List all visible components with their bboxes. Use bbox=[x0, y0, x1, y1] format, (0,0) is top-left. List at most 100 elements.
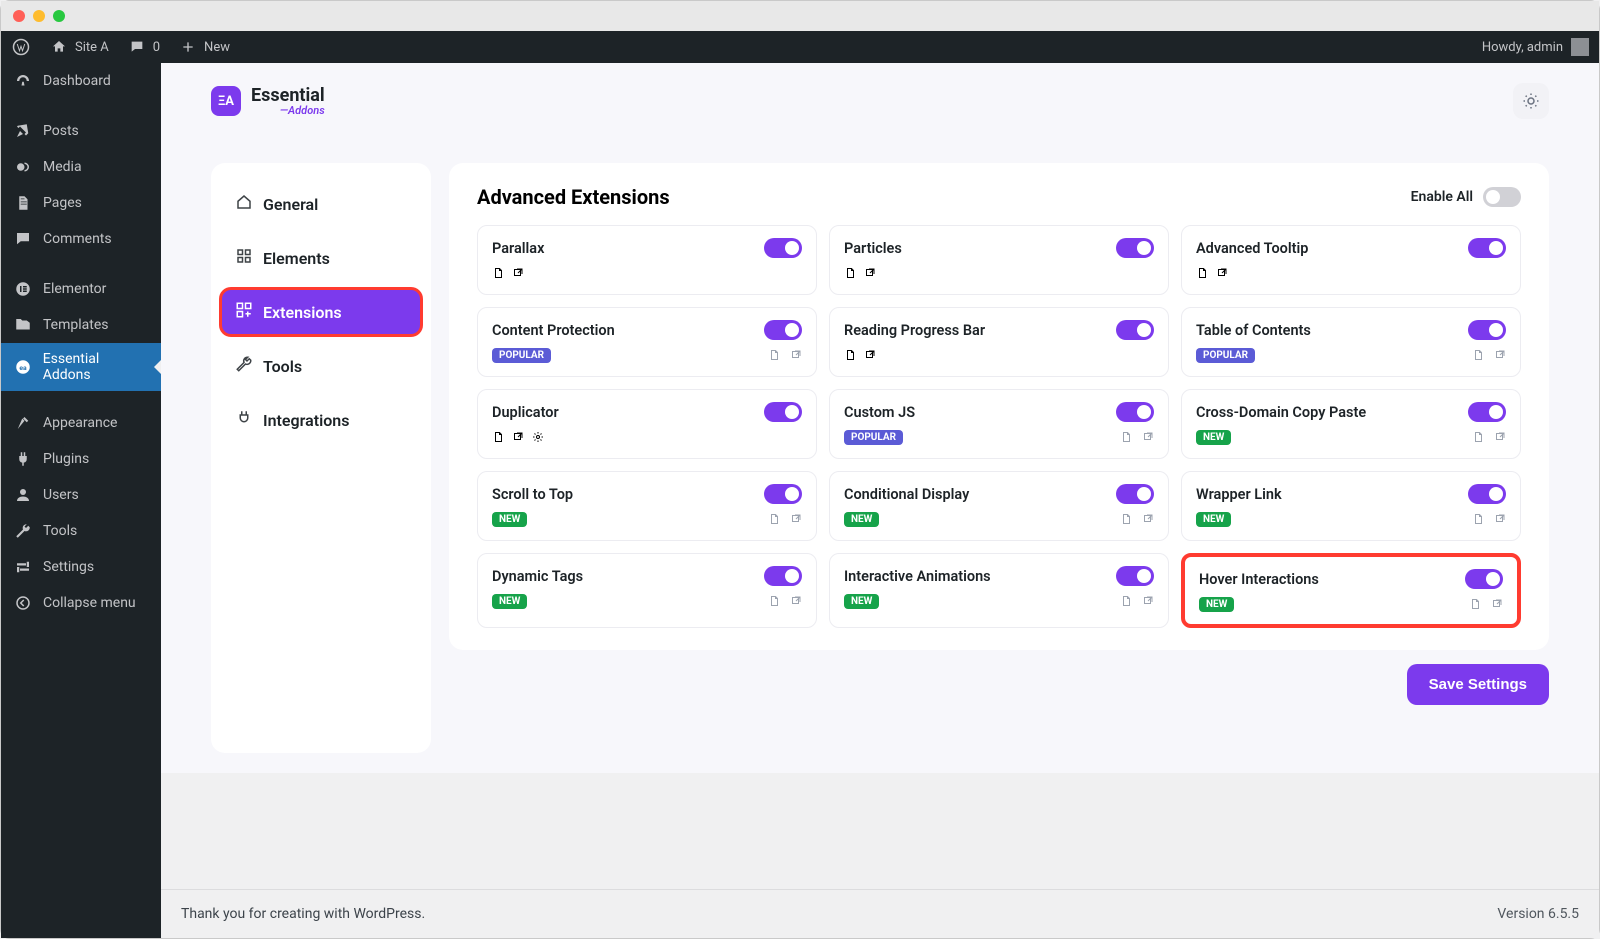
extension-toggle[interactable] bbox=[1116, 320, 1154, 340]
doc-icon[interactable] bbox=[492, 264, 504, 283]
extension-name: Reading Progress Bar bbox=[844, 322, 985, 339]
wp-menu-media[interactable]: Media bbox=[1, 149, 161, 185]
save-settings-button[interactable]: Save Settings bbox=[1407, 664, 1549, 705]
wp-menu-appearance[interactable]: Appearance bbox=[1, 405, 161, 441]
extension-toggle[interactable] bbox=[1468, 320, 1506, 340]
doc-icon[interactable] bbox=[1469, 595, 1481, 614]
enable-all-toggle[interactable] bbox=[1483, 187, 1521, 207]
extensions-tab-icon bbox=[235, 301, 253, 323]
howdy-link[interactable]: Howdy, admin bbox=[1482, 38, 1589, 56]
settings-icon[interactable] bbox=[532, 428, 544, 447]
wp-menu-collapse-menu[interactable]: Collapse menu bbox=[1, 585, 161, 621]
wp-menu-settings[interactable]: Settings bbox=[1, 549, 161, 585]
extension-toggle[interactable] bbox=[1468, 402, 1506, 422]
doc-icon[interactable] bbox=[844, 346, 856, 365]
extension-toggle[interactable] bbox=[764, 238, 802, 258]
templates-icon bbox=[13, 315, 33, 335]
external-link-icon[interactable] bbox=[1494, 510, 1506, 529]
ea-tabs: General Elements Extensions Tools Integratio… bbox=[211, 163, 431, 753]
wp-menu-label: Elementor bbox=[43, 281, 106, 297]
wp-menu-label: Comments bbox=[43, 231, 112, 247]
wp-menu-pages[interactable]: Pages bbox=[1, 185, 161, 221]
home-icon bbox=[49, 37, 69, 57]
wp-menu-essential-addons[interactable]: eaEssential Addons bbox=[1, 343, 161, 391]
comments-link[interactable]: 0 bbox=[127, 37, 160, 57]
wp-menu-tools[interactable]: Tools bbox=[1, 513, 161, 549]
extension-toggle[interactable] bbox=[764, 320, 802, 340]
external-link-icon[interactable] bbox=[1491, 595, 1503, 614]
theme-toggle[interactable] bbox=[1513, 83, 1549, 119]
wp-menu-plugins[interactable]: Plugins bbox=[1, 441, 161, 477]
extension-toggle[interactable] bbox=[1468, 238, 1506, 258]
wp-menu-label: Tools bbox=[43, 523, 77, 539]
site-name: Site A bbox=[75, 40, 109, 55]
doc-icon[interactable] bbox=[1472, 346, 1484, 365]
tab-integrations[interactable]: Integrations bbox=[221, 397, 421, 443]
wp-menu-dashboard[interactable]: Dashboard bbox=[1, 63, 161, 99]
tab-general[interactable]: General bbox=[221, 181, 421, 227]
maximize-window[interactable] bbox=[53, 10, 65, 22]
extension-toggle[interactable] bbox=[1116, 238, 1154, 258]
wp-logo[interactable] bbox=[11, 37, 31, 57]
wp-menu-elementor[interactable]: Elementor bbox=[1, 271, 161, 307]
footer-version: Version 6.5.5 bbox=[1497, 906, 1579, 922]
footer: Thank you for creating with WordPress. V… bbox=[161, 889, 1599, 938]
extension-toggle[interactable] bbox=[1468, 484, 1506, 504]
mac-titlebar bbox=[1, 1, 1599, 31]
tab-tools[interactable]: Tools bbox=[221, 343, 421, 389]
extension-toggle[interactable] bbox=[764, 566, 802, 586]
external-link-icon[interactable] bbox=[1216, 264, 1228, 283]
enable-all-label: Enable All bbox=[1411, 189, 1473, 205]
doc-icon[interactable] bbox=[768, 510, 780, 529]
site-link[interactable]: Site A bbox=[49, 37, 109, 57]
extension-toggle[interactable] bbox=[764, 402, 802, 422]
external-link-icon[interactable] bbox=[512, 264, 524, 283]
doc-icon[interactable] bbox=[1120, 428, 1132, 447]
doc-icon[interactable] bbox=[1472, 510, 1484, 529]
external-link-icon[interactable] bbox=[790, 346, 802, 365]
extension-toggle[interactable] bbox=[1116, 402, 1154, 422]
external-link-icon[interactable] bbox=[1142, 428, 1154, 447]
extension-toggle[interactable] bbox=[764, 484, 802, 504]
extension-wrapper-link: Wrapper LinkNEW bbox=[1181, 471, 1521, 541]
close-window[interactable] bbox=[13, 10, 25, 22]
ea-logo[interactable]: ΞA Essential —Addons bbox=[211, 86, 325, 116]
extension-toggle[interactable] bbox=[1465, 569, 1503, 589]
doc-icon[interactable] bbox=[844, 264, 856, 283]
doc-icon[interactable] bbox=[1120, 510, 1132, 529]
wp-menu-posts[interactable]: Posts bbox=[1, 113, 161, 149]
extensions-grid: ParallaxParticlesAdvanced TooltipContent… bbox=[477, 225, 1521, 628]
doc-icon[interactable] bbox=[1120, 592, 1132, 611]
footer-thanks: Thank you for creating with WordPress. bbox=[181, 906, 425, 922]
doc-icon[interactable] bbox=[492, 428, 504, 447]
minimize-window[interactable] bbox=[33, 10, 45, 22]
external-link-icon[interactable] bbox=[864, 346, 876, 365]
extension-toggle[interactable] bbox=[1116, 484, 1154, 504]
external-link-icon[interactable] bbox=[1494, 428, 1506, 447]
tab-elements[interactable]: Elements bbox=[221, 235, 421, 281]
extension-name: Conditional Display bbox=[844, 486, 969, 503]
external-link-icon[interactable] bbox=[512, 428, 524, 447]
extension-name: Table of Contents bbox=[1196, 322, 1311, 339]
wp-menu-templates[interactable]: Templates bbox=[1, 307, 161, 343]
doc-icon[interactable] bbox=[768, 346, 780, 365]
wp-menu-comments[interactable]: Comments bbox=[1, 221, 161, 257]
external-link-icon[interactable] bbox=[1142, 592, 1154, 611]
doc-icon[interactable] bbox=[1196, 264, 1208, 283]
external-link-icon[interactable] bbox=[790, 592, 802, 611]
tab-extensions[interactable]: Extensions bbox=[221, 289, 421, 335]
external-link-icon[interactable] bbox=[1142, 510, 1154, 529]
external-link-icon[interactable] bbox=[1494, 346, 1506, 365]
wp-sidebar: Dashboard PostsMediaPages Comments Elemento… bbox=[1, 63, 161, 938]
wp-menu-users[interactable]: Users bbox=[1, 477, 161, 513]
extension-badge: NEW bbox=[492, 512, 527, 527]
new-link[interactable]: New bbox=[178, 37, 230, 57]
svg-text:ea: ea bbox=[19, 364, 27, 372]
external-link-icon[interactable] bbox=[790, 510, 802, 529]
wp-menu-label: Users bbox=[43, 487, 79, 503]
doc-icon[interactable] bbox=[768, 592, 780, 611]
extension-toggle[interactable] bbox=[1116, 566, 1154, 586]
extension-name: Interactive Animations bbox=[844, 568, 991, 585]
external-link-icon[interactable] bbox=[864, 264, 876, 283]
doc-icon[interactable] bbox=[1472, 428, 1484, 447]
